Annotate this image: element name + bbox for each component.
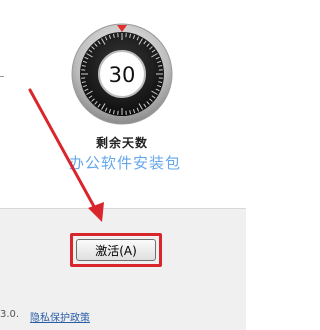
divider-tick: [0, 76, 4, 77]
version-text: 3.0.: [0, 309, 19, 320]
activate-button[interactable]: 激活(A): [76, 239, 156, 261]
days-remaining-label: 剩余天数: [70, 134, 174, 151]
days-remaining-value: 30: [109, 63, 136, 87]
watermark-text: 办公软件安装包: [40, 152, 210, 173]
countdown-dial: 30: [70, 22, 174, 126]
license-panel: 30 剩余天数 办公软件安装包: [0, 0, 246, 208]
privacy-policy-link[interactable]: 隐私保护政策: [30, 309, 90, 324]
